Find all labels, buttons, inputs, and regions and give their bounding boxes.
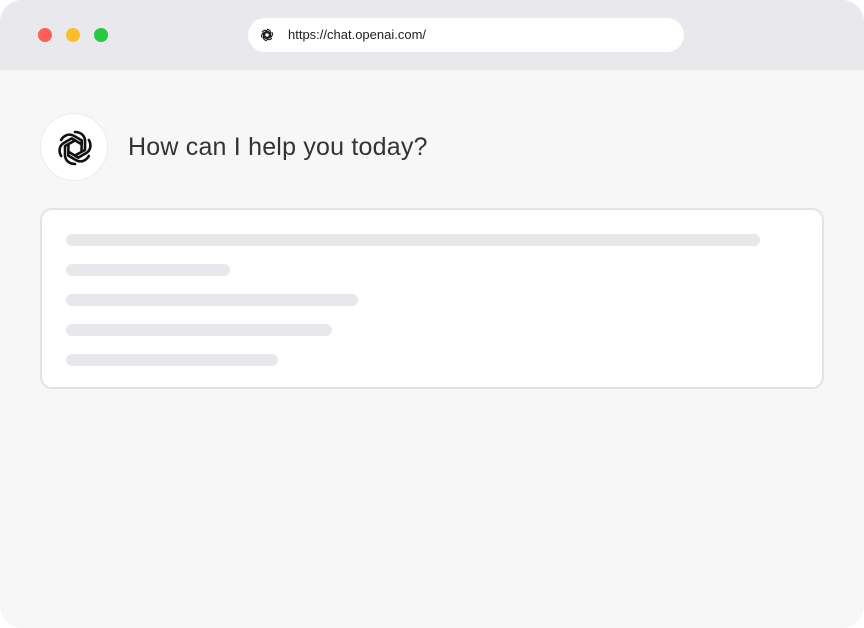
skeleton-line [66, 294, 358, 306]
openai-logo-icon [260, 28, 274, 42]
address-url: https://chat.openai.com/ [288, 27, 427, 42]
assistant-avatar [40, 113, 108, 181]
address-bar[interactable]: https://chat.openai.com/ [248, 18, 684, 52]
browser-titlebar: https://chat.openai.com/ [0, 0, 864, 70]
skeleton-line [66, 264, 230, 276]
skeleton-line [66, 354, 278, 366]
skeleton-line [66, 234, 760, 246]
greeting-heading: How can I help you today? [128, 133, 428, 161]
openai-logo-icon [55, 130, 95, 166]
minimize-window-button[interactable] [66, 28, 80, 42]
close-window-button[interactable] [38, 28, 52, 42]
browser-window: https://chat.openai.com/ How can I help … [0, 0, 864, 628]
maximize-window-button[interactable] [94, 28, 108, 42]
response-card [40, 208, 824, 389]
skeleton-line [66, 324, 332, 336]
